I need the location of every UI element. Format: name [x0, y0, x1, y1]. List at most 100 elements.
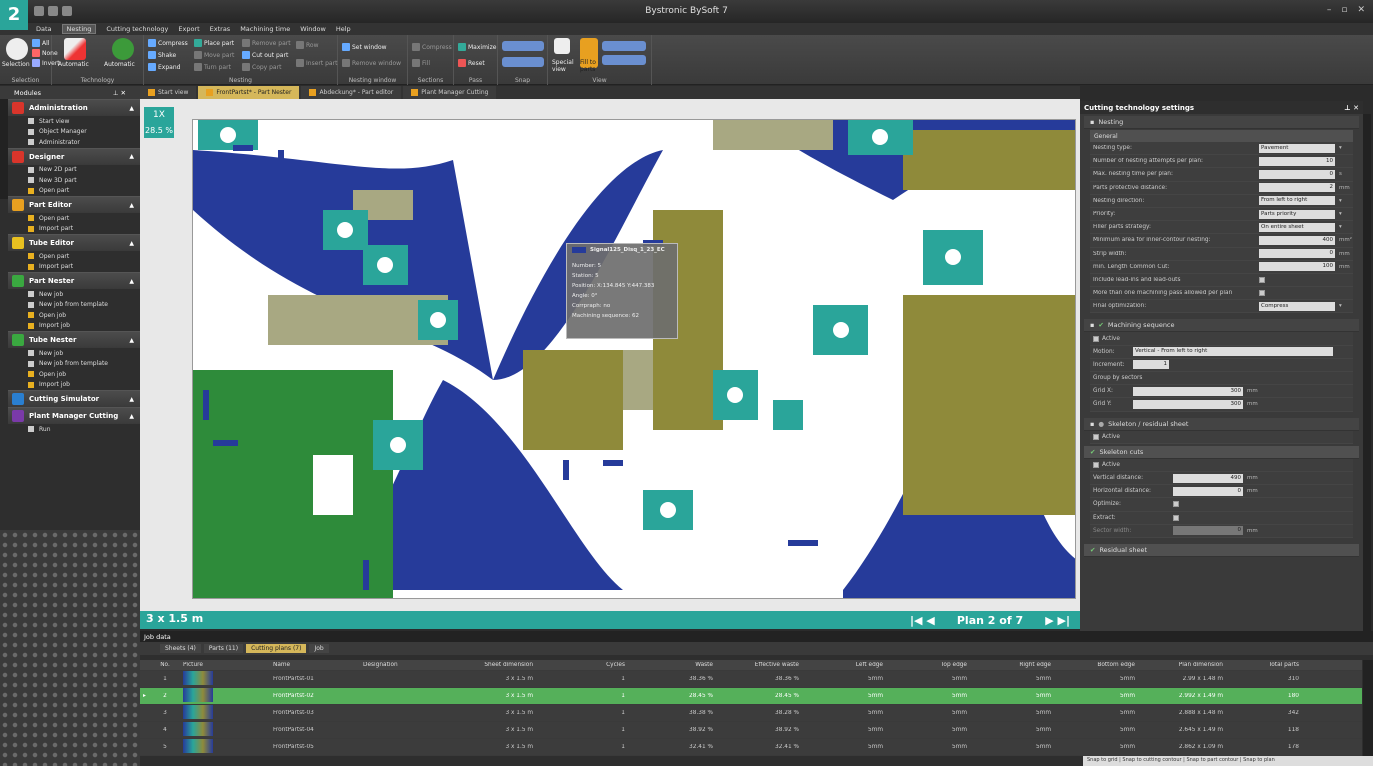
module-header[interactable]: Cutting Simulator ▲ [8, 390, 140, 407]
dropdown-arrow-icon[interactable]: ▾ [1339, 198, 1342, 204]
close-button[interactable]: ✕ [1357, 5, 1365, 15]
side-collapse-strip[interactable] [0, 99, 8, 199]
compress-button[interactable]: Compress [148, 39, 188, 47]
grid-y-input[interactable]: 300 [1133, 399, 1243, 409]
sheet-plan[interactable] [192, 119, 1076, 599]
module-item[interactable]: Administrator [8, 137, 140, 148]
setting-select[interactable]: Compress [1259, 301, 1335, 311]
setting-input[interactable]: 0 [1259, 169, 1335, 179]
remove-window-button[interactable]: Remove window [342, 59, 401, 67]
table-row[interactable]: 1 FrontPartst-01 3 x 1.5 m 1 38.36 % 38.36 % 5… [140, 671, 1362, 688]
horizontal-distance-input[interactable]: 0 [1173, 486, 1243, 496]
module-header[interactable]: Administration ▲ [8, 99, 140, 116]
skeleton-cuts-active-checkbox[interactable] [1093, 461, 1099, 468]
chevron-up-icon[interactable]: ▲ [129, 337, 134, 344]
sector-width-input[interactable]: 0 [1173, 526, 1243, 536]
nesting-drawing[interactable] [193, 120, 1076, 599]
checkmark-icon[interactable]: ✔ [1090, 546, 1095, 554]
checkmark-icon[interactable]: ✔ [1090, 448, 1095, 456]
nesting-canvas[interactable]: 1X 28.5 % 3 x 1.5 m |◀ ◀ Plan 2 of 7 ▶ ▶… [140, 99, 1080, 629]
column-header[interactable]: No. [150, 662, 180, 668]
column-header[interactable]: Cycles [536, 662, 628, 668]
module-item[interactable]: Open job [8, 310, 140, 321]
setting-input[interactable]: 2 [1259, 183, 1335, 193]
chevron-up-icon[interactable]: ▲ [129, 413, 134, 420]
table-row[interactable]: ▸ 2 FrontPartst-02 3 x 1.5 m 1 28.45 % 28.45 %… [140, 688, 1362, 705]
automatic-nesting-button[interactable]: Automatic [104, 61, 135, 68]
job-data-tab[interactable]: Parts (11) [203, 644, 244, 653]
chevron-up-icon[interactable]: ▲ [129, 396, 134, 403]
checkmark-icon[interactable]: ✔ [1098, 321, 1103, 329]
column-header[interactable]: Right edge [970, 662, 1054, 668]
module-item[interactable]: Open job [8, 369, 140, 380]
chevron-up-icon[interactable]: ▲ [129, 202, 134, 209]
setting-select[interactable]: Pavement [1259, 143, 1335, 153]
snap-grid-icon[interactable] [502, 57, 544, 67]
pin-icon[interactable]: ⊥ ✕ [1344, 104, 1359, 112]
module-item[interactable]: Open part [8, 186, 140, 197]
document-tab[interactable]: FrontPartst* - Part Nester [198, 86, 300, 99]
job-data-tab[interactable]: Sheets (4) [160, 644, 201, 653]
olive-part[interactable] [523, 350, 623, 450]
setting-input[interactable]: 400 [1259, 235, 1335, 245]
column-header[interactable]: Bottom edge [1054, 662, 1138, 668]
setting-input[interactable]: 0 [1259, 249, 1335, 259]
cut-out-part-button[interactable]: Cut out part [242, 51, 288, 59]
skeleton-cuts-subsection[interactable]: ✔ Skeleton cuts [1084, 445, 1359, 459]
module-header[interactable]: Designer ▲ [8, 147, 140, 165]
vertical-distance-input[interactable]: 490 [1173, 473, 1243, 483]
optimize-checkbox[interactable] [1173, 501, 1179, 508]
column-header[interactable]: Total parts [1226, 662, 1302, 668]
module-item[interactable]: New job [8, 348, 140, 359]
maximize-button[interactable]: ▫ [1341, 5, 1347, 15]
document-tab[interactable]: Abdeckung* - Part editor [301, 86, 402, 99]
chevron-up-icon[interactable]: ▲ [129, 278, 134, 285]
machining-sequence-section[interactable]: ▪ ✔ Machining sequence [1084, 319, 1359, 333]
setting-input[interactable]: 100 [1259, 262, 1335, 272]
motion-select[interactable]: Vertical - From left to right [1133, 347, 1333, 357]
checkmark-icon[interactable]: ● [1098, 420, 1104, 428]
skeleton-section[interactable]: ▪ ● Skeleton / residual sheet [1084, 417, 1359, 431]
module-header[interactable]: Plant Manager Cutting ▲ [8, 407, 140, 424]
olive-part[interactable] [903, 130, 1075, 190]
document-tab[interactable]: Plant Manager Cutting [403, 86, 497, 99]
increment-input[interactable]: 1 [1133, 360, 1169, 370]
menu-item-export[interactable]: Export [178, 25, 199, 33]
sections-compress-button[interactable]: Compress [412, 43, 452, 51]
table-row[interactable]: 3 FrontPartst-03 3 x 1.5 m 1 38.38 % 38.28 % 5… [140, 705, 1362, 722]
reset-pass-button[interactable]: Reset [458, 59, 485, 67]
grid-x-input[interactable]: 300 [1133, 386, 1243, 396]
remove-part-button[interactable]: Remove part [242, 39, 291, 47]
job-data-tab[interactable]: Job [309, 644, 329, 653]
column-header[interactable]: Top edge [886, 662, 970, 668]
table-row[interactable]: 4 FrontPartst-04 3 x 1.5 m 1 38.92 % 38.92 % 5… [140, 722, 1362, 739]
module-item[interactable]: Import job [8, 380, 140, 391]
column-header[interactable]: Name [270, 662, 360, 668]
skeleton-active-checkbox[interactable] [1093, 433, 1099, 440]
dropdown-arrow-icon[interactable]: ▾ [1339, 224, 1342, 230]
module-header[interactable]: Tube Nester ▲ [8, 331, 140, 348]
khaki-part[interactable] [713, 120, 833, 150]
setting-checkbox[interactable] [1259, 276, 1265, 283]
expand-button[interactable]: Expand [148, 63, 180, 71]
document-tab[interactable]: Start view [140, 86, 197, 99]
technology-automatic-icon[interactable] [64, 38, 86, 60]
column-header[interactable]: Picture [180, 662, 270, 668]
setting-select[interactable]: On entire sheet [1259, 222, 1335, 232]
table-row[interactable]: 5 FrontPartst-05 3 x 1.5 m 1 32.41 % 32.41 % 5… [140, 739, 1362, 756]
first-plan-icon[interactable]: |◀ ◀ [910, 614, 935, 627]
module-item[interactable]: New job from template [8, 359, 140, 370]
extract-checkbox[interactable] [1173, 514, 1179, 521]
module-item[interactable]: Import job [8, 321, 140, 332]
selection-button[interactable]: Selection [2, 61, 30, 68]
setting-select[interactable]: From left to right [1259, 196, 1335, 206]
column-header[interactable]: Sheet dimension [448, 662, 536, 668]
module-header[interactable]: Tube Editor ▲ [8, 234, 140, 251]
turn-part-button[interactable]: Turn part [194, 63, 231, 71]
move-part-button[interactable]: Move part [194, 51, 234, 59]
selection-icon[interactable] [6, 38, 28, 60]
module-item[interactable]: New 2D part [8, 165, 140, 176]
minimize-button[interactable]: – [1327, 5, 1332, 15]
row-button[interactable]: Row [296, 41, 318, 49]
column-header[interactable]: Left edge [802, 662, 886, 668]
